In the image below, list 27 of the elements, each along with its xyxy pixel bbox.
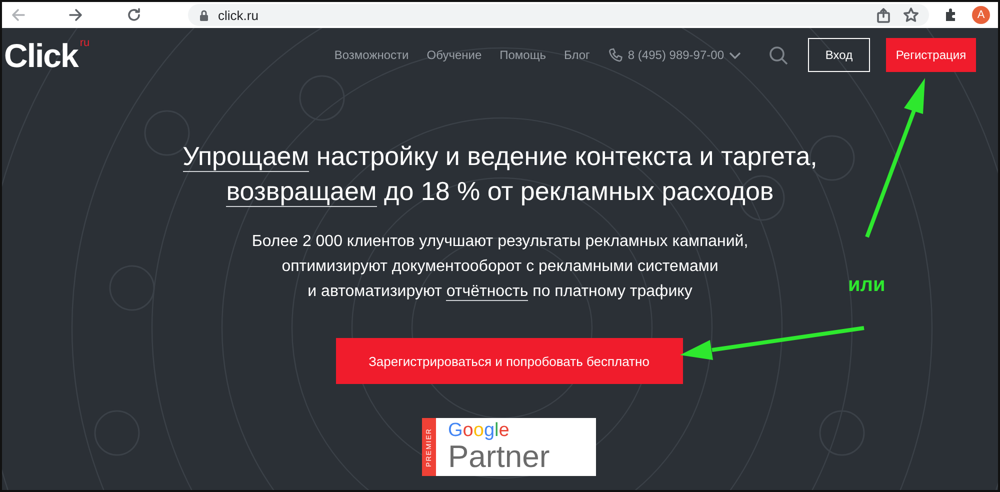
nav-link[interactable]: Помощь bbox=[500, 48, 546, 62]
phone-dropdown[interactable]: 8 (495) 989-97-00 bbox=[608, 48, 741, 62]
partner-label: Partner bbox=[448, 441, 550, 473]
nav-link[interactable]: Возможности bbox=[334, 48, 409, 62]
address-bar[interactable]: click.ru bbox=[188, 4, 929, 26]
share-icon[interactable] bbox=[876, 8, 891, 22]
forward-icon[interactable] bbox=[68, 7, 84, 23]
register-button[interactable]: Регистрация bbox=[886, 38, 976, 72]
headline-text: Упрощаем настройку и ведение контекста и таргета, bbox=[182, 140, 818, 174]
phone-icon bbox=[608, 48, 623, 62]
nav-link[interactable]: Обучение bbox=[426, 48, 482, 62]
puzzle-icon[interactable] bbox=[943, 7, 958, 23]
subtitle-text: оптимизируют документооборот с рекламными системами bbox=[282, 257, 718, 277]
search-icon[interactable] bbox=[769, 46, 788, 64]
brand-wordmark: Google bbox=[448, 421, 510, 441]
star-icon[interactable] bbox=[903, 7, 919, 23]
annotation-text: или bbox=[848, 274, 886, 297]
chevron-down-icon bbox=[729, 52, 741, 58]
headline-text: возвращаем до 18 % от рекламных расходов bbox=[226, 175, 774, 209]
reload-icon[interactable] bbox=[126, 7, 142, 23]
subtitle-text: и автоматизируют отчётность по платному трафику bbox=[308, 282, 692, 303]
lock-icon bbox=[198, 8, 210, 22]
profile-avatar[interactable]: A bbox=[972, 6, 990, 24]
nav-link[interactable]: Блог bbox=[564, 48, 590, 62]
subtitle-text: Более 2 000 клиентов улучшают результаты рекламных кампаний, bbox=[252, 232, 748, 252]
login-button[interactable]: Вход bbox=[808, 38, 870, 72]
signup-trial-button[interactable]: Зарегистрироваться и попробовать бесплатно bbox=[336, 338, 682, 384]
